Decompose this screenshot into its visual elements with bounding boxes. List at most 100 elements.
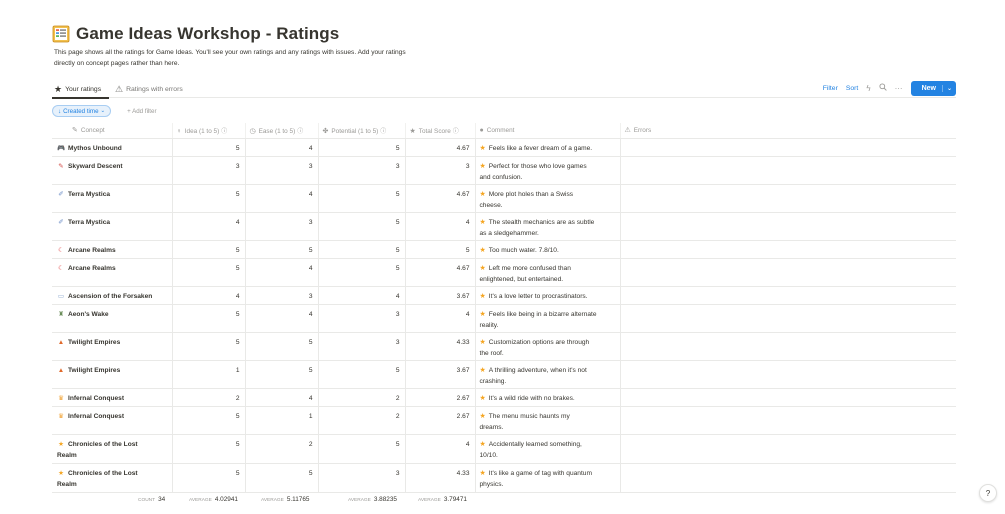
comment-cell[interactable]: ★ A thrilling adventure, when it's not cra… — [475, 360, 621, 389]
footer-average-ease[interactable]: AVERAGE 5.11765 — [261, 496, 309, 503]
ease-cell[interactable]: 3 — [245, 212, 319, 241]
new-button[interactable]: New ⌄ — [910, 80, 956, 96]
concept-cell[interactable]: ▲ Twilight Empires — [52, 360, 173, 389]
potential-cell[interactable]: 5 — [318, 240, 406, 259]
concept-cell[interactable]: ▭ Ascension of the Forsaken — [52, 286, 173, 305]
footer-average-idea[interactable]: AVERAGE 4.02941 — [189, 496, 238, 503]
potential-cell[interactable]: 4 — [318, 286, 406, 305]
idea-cell[interactable]: 4 — [172, 286, 246, 305]
potential-cell[interactable]: 5 — [318, 360, 406, 389]
ease-cell[interactable]: 2 — [245, 434, 319, 464]
comment-cell[interactable]: ★ Left me more confused than enlightened, … — [475, 258, 621, 287]
potential-cell[interactable]: 5 — [318, 138, 406, 157]
table-row[interactable]: ♛ Infernal Conquest 5 1 2 2.67 ★ The menu music… — [52, 406, 956, 435]
column-header-ease[interactable]: ◷ Ease (1 to 5) ⓘ — [245, 123, 319, 139]
comment-cell[interactable]: ★ Customization options are through the ro… — [475, 332, 621, 361]
ease-cell[interactable]: 3 — [245, 286, 319, 305]
chevron-down-icon[interactable]: ⌄ — [941, 84, 956, 92]
idea-cell[interactable]: 5 — [172, 184, 246, 213]
idea-cell[interactable]: 5 — [172, 463, 246, 493]
add-filter-button[interactable]: + Add filter — [127, 108, 156, 115]
potential-cell[interactable]: 5 — [318, 258, 406, 287]
footer-count[interactable]: COUNT 34 — [138, 496, 165, 503]
idea-cell[interactable]: 5 — [172, 258, 246, 287]
table-row[interactable]: ★ Chronicles of the Lost Realm 5 2 5 4 ★ Acciden… — [52, 434, 956, 464]
concept-cell[interactable]: ♛ Infernal Conquest — [52, 406, 173, 435]
tab-ratings-with-errors[interactable]: ⚠ Ratings with errors — [115, 82, 183, 96]
comment-cell[interactable]: ★ It's a wild ride with no brakes. — [475, 388, 621, 407]
comment-cell[interactable]: ★ Perfect for those who love games and con… — [475, 156, 621, 185]
column-header-concept[interactable]: ✎ Concept — [52, 123, 173, 139]
comment-cell[interactable]: ★ It's like a game of tag with quantum phy… — [475, 463, 621, 493]
idea-cell[interactable]: 3 — [172, 156, 246, 185]
potential-cell[interactable]: 3 — [318, 463, 406, 493]
potential-cell[interactable]: 2 — [318, 388, 406, 407]
concept-cell[interactable]: 🎮 Mythos Unbound — [52, 138, 173, 157]
column-header-errors[interactable]: ⚠ Errors — [620, 123, 956, 139]
comment-cell[interactable]: ★ Accidentally learned something, 10/10. — [475, 434, 621, 464]
ease-cell[interactable]: 5 — [245, 240, 319, 259]
table-row[interactable]: ▲ Twilight Empires 5 5 3 4.33 ★ Customization o… — [52, 332, 956, 361]
created-time-filter[interactable]: ↓ Created time ⌄ — [52, 105, 112, 117]
concept-cell[interactable]: ♜ Aeon's Wake — [52, 304, 173, 333]
ease-cell[interactable]: 4 — [245, 304, 319, 333]
table-row[interactable]: ▲ Twilight Empires 1 5 5 3.67 ★ A thrilling adv… — [52, 360, 956, 389]
concept-cell[interactable]: ✎ Skyward Descent — [52, 156, 173, 185]
ease-cell[interactable]: 3 — [245, 156, 319, 185]
comment-cell[interactable]: ★ Too much water. 7.8/10. — [475, 240, 621, 259]
table-row[interactable]: ♜ Aeon's Wake 5 4 3 4 ★ Feels like being in a b… — [52, 304, 956, 333]
concept-cell[interactable]: ♛ Infernal Conquest — [52, 388, 173, 407]
footer-average-potential[interactable]: AVERAGE 3.88235 — [348, 496, 397, 503]
idea-cell[interactable]: 5 — [172, 434, 246, 464]
ease-cell[interactable]: 4 — [245, 138, 319, 157]
table-row[interactable]: ★ Chronicles of the Lost Realm 5 5 3 4.33 ★ It's… — [52, 463, 956, 493]
concept-cell[interactable]: ★ Chronicles of the Lost Realm — [52, 434, 173, 464]
idea-cell[interactable]: 5 — [172, 304, 246, 333]
concept-cell[interactable]: ▲ Twilight Empires — [52, 332, 173, 361]
comment-cell[interactable]: ★ It's a love letter to procrastinators. — [475, 286, 621, 305]
idea-cell[interactable]: 2 — [172, 388, 246, 407]
table-row[interactable]: ☾ Arcane Realms 5 5 5 5 ★ Too much water. 7.8/1… — [52, 240, 956, 259]
idea-cell[interactable]: 1 — [172, 360, 246, 389]
search-icon[interactable] — [879, 83, 887, 93]
column-header-total-score[interactable]: ★ Total Score ⓘ — [405, 123, 476, 139]
potential-cell[interactable]: 5 — [318, 212, 406, 241]
table-row[interactable]: 🎮 Mythos Unbound 5 4 5 4.67 ★ Feels like a feve… — [52, 138, 956, 157]
table-row[interactable]: ☾ Arcane Realms 5 4 5 4.67 ★ Left me more confu… — [52, 258, 956, 287]
idea-cell[interactable]: 5 — [172, 240, 246, 259]
table-row[interactable]: ▭ Ascension of the Forsaken 4 3 4 3.67 ★ It's a… — [52, 286, 956, 305]
idea-cell[interactable]: 4 — [172, 212, 246, 241]
tab-your-ratings[interactable]: ★ Your ratings — [54, 82, 101, 96]
column-header-potential[interactable]: ✤ Potential (1 to 5) ⓘ — [318, 123, 406, 139]
comment-cell[interactable]: ★ Feels like being in a bizarre alternate… — [475, 304, 621, 333]
table-row[interactable]: ✎ Skyward Descent 3 3 3 3 ★ Perfect for those w… — [52, 156, 956, 185]
comment-cell[interactable]: ★ More plot holes than a Swiss cheese. — [475, 184, 621, 213]
table-row[interactable]: ✐ Terra Mystica 5 4 5 4.67 ★ More plot holes th… — [52, 184, 956, 213]
ease-cell[interactable]: 4 — [245, 258, 319, 287]
column-header-comment[interactable]: ● Comment — [475, 123, 621, 139]
potential-cell[interactable]: 5 — [318, 434, 406, 464]
ease-cell[interactable]: 1 — [245, 406, 319, 435]
comment-cell[interactable]: ★ Feels like a fever dream of a game. — [475, 138, 621, 157]
idea-cell[interactable]: 5 — [172, 332, 246, 361]
concept-cell[interactable]: ✐ Terra Mystica — [52, 212, 173, 241]
concept-cell[interactable]: ✐ Terra Mystica — [52, 184, 173, 213]
potential-cell[interactable]: 3 — [318, 304, 406, 333]
concept-cell[interactable]: ☾ Arcane Realms — [52, 258, 173, 287]
comment-cell[interactable]: ★ The stealth mechanics are as subtle as a… — [475, 212, 621, 241]
column-header-idea[interactable]: ♀ Idea (1 to 5) ⓘ — [172, 123, 246, 139]
footer-average-total[interactable]: AVERAGE 3.79471 — [418, 496, 467, 503]
ease-cell[interactable]: 4 — [245, 184, 319, 213]
help-button[interactable]: ? — [979, 484, 997, 502]
concept-cell[interactable]: ☾ Arcane Realms — [52, 240, 173, 259]
idea-cell[interactable]: 5 — [172, 138, 246, 157]
table-row[interactable]: ♛ Infernal Conquest 2 4 2 2.67 ★ It's a wild ri… — [52, 388, 956, 407]
filter-button[interactable]: Filter — [823, 85, 838, 92]
more-options-icon[interactable]: ··· — [895, 84, 903, 93]
potential-cell[interactable]: 2 — [318, 406, 406, 435]
concept-cell[interactable]: ★ Chronicles of the Lost Realm — [52, 463, 173, 493]
comment-cell[interactable]: ★ The menu music haunts my dreams. — [475, 406, 621, 435]
idea-cell[interactable]: 5 — [172, 406, 246, 435]
sort-button[interactable]: Sort — [846, 85, 858, 92]
lightning-icon[interactable]: ϟ — [866, 84, 870, 93]
